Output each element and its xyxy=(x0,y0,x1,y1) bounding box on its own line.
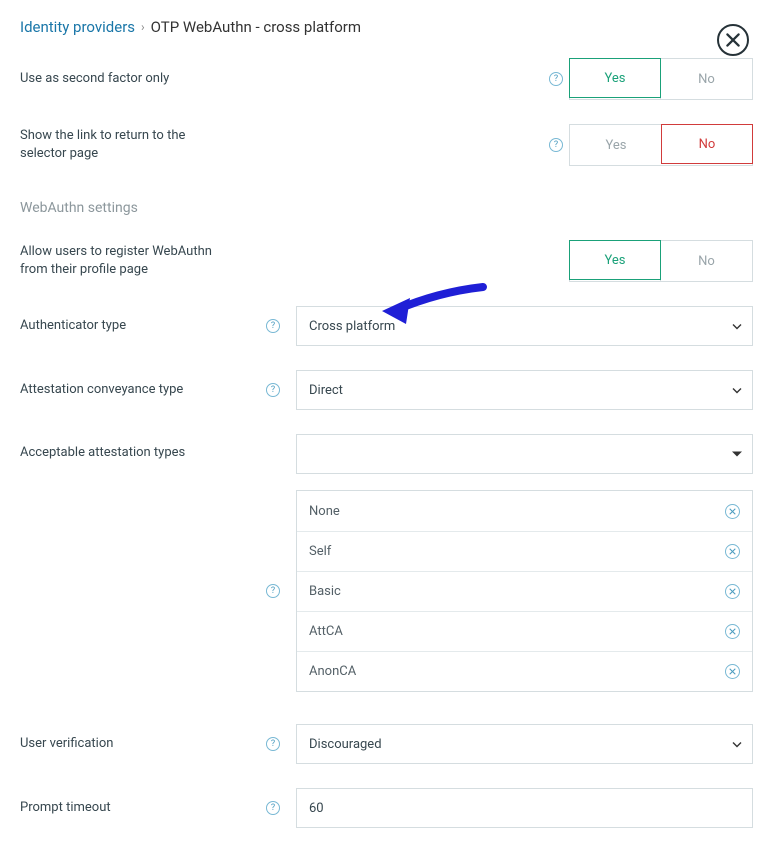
row-show-link: Show the link to return to the selector … xyxy=(20,124,753,166)
row-acceptable-attestation: Acceptable attestation types xyxy=(20,434,753,474)
acceptable-attestation-label: Acceptable attestation types xyxy=(20,434,266,462)
row-second-factor: Use as second factor only ? Yes No xyxy=(20,58,753,100)
toggle-yes[interactable]: Yes xyxy=(570,125,662,165)
chevron-down-icon xyxy=(732,737,742,752)
close-button[interactable] xyxy=(717,24,749,56)
list-item-label: AnonCA xyxy=(309,664,356,679)
second-factor-label: Use as second factor only xyxy=(20,70,266,88)
select-value: Direct xyxy=(309,383,343,398)
toggle-second-factor: Yes No xyxy=(569,58,753,100)
remove-item-button[interactable] xyxy=(725,584,740,599)
breadcrumb-current: OTP WebAuthn - cross platform xyxy=(151,18,361,36)
close-icon xyxy=(729,548,736,555)
toggle-yes[interactable]: Yes xyxy=(569,58,661,98)
prompt-timeout-label: Prompt timeout xyxy=(20,799,266,817)
acceptable-attestation-select[interactable] xyxy=(296,434,753,474)
help-icon[interactable]: ? xyxy=(549,72,563,86)
authenticator-type-label: Authenticator type xyxy=(20,317,266,335)
row-authenticator-type: Authenticator type ? Cross platform xyxy=(20,306,753,346)
close-icon xyxy=(729,628,736,635)
allow-register-label: Allow users to register WebAuthn from th… xyxy=(20,243,230,279)
row-attestation-conveyance: Attestation conveyance type ? Direct xyxy=(20,370,753,410)
caret-down-icon xyxy=(732,447,742,462)
chevron-down-icon xyxy=(732,383,742,398)
help-icon[interactable]: ? xyxy=(266,319,280,333)
attestation-conveyance-label: Attestation conveyance type xyxy=(20,381,266,399)
list-item-label: None xyxy=(309,504,340,519)
help-icon[interactable]: ? xyxy=(266,737,280,751)
help-icon[interactable]: ? xyxy=(266,801,280,815)
toggle-allow-register: Yes No xyxy=(569,240,753,282)
remove-item-button[interactable] xyxy=(725,504,740,519)
list-item-label: Self xyxy=(309,544,331,559)
user-verification-label: User verification xyxy=(20,735,266,753)
row-attestation-list: ? None Self Basic AttCA AnonCA xyxy=(20,490,753,692)
close-icon xyxy=(729,588,736,595)
list-item: Self xyxy=(297,531,752,571)
attestation-conveyance-select[interactable]: Direct xyxy=(296,370,753,410)
prompt-timeout-input[interactable] xyxy=(296,788,753,828)
list-item: Basic xyxy=(297,571,752,611)
chevron-down-icon xyxy=(732,319,742,334)
row-prompt-timeout: Prompt timeout ? xyxy=(20,788,753,828)
select-value: Cross platform xyxy=(309,319,395,334)
remove-item-button[interactable] xyxy=(725,664,740,679)
toggle-show-link: Yes No xyxy=(569,124,753,166)
authenticator-type-select[interactable]: Cross platform xyxy=(296,306,753,346)
toggle-no[interactable]: No xyxy=(660,59,752,99)
help-icon[interactable]: ? xyxy=(266,584,280,598)
close-icon xyxy=(729,508,736,515)
show-link-label: Show the link to return to the selector … xyxy=(20,127,230,163)
section-webauthn-settings: WebAuthn settings xyxy=(20,200,753,216)
row-allow-register: Allow users to register WebAuthn from th… xyxy=(20,240,753,282)
chevron-right-icon: › xyxy=(141,20,145,34)
user-verification-select[interactable]: Discouraged xyxy=(296,724,753,764)
close-icon xyxy=(726,33,740,47)
breadcrumb-link[interactable]: Identity providers xyxy=(20,18,135,36)
list-item: AttCA xyxy=(297,611,752,651)
toggle-no[interactable]: No xyxy=(661,124,753,164)
help-icon[interactable]: ? xyxy=(266,383,280,397)
breadcrumb: Identity providers › OTP WebAuthn - cros… xyxy=(20,18,753,36)
attestation-list: None Self Basic AttCA AnonCA xyxy=(296,490,753,692)
list-item: AnonCA xyxy=(297,651,752,691)
toggle-no[interactable]: No xyxy=(660,241,752,281)
close-icon xyxy=(729,668,736,675)
list-item-label: AttCA xyxy=(309,624,343,639)
toggle-yes[interactable]: Yes xyxy=(569,240,661,280)
list-item: None xyxy=(297,491,752,531)
help-icon[interactable]: ? xyxy=(549,138,563,152)
list-item-label: Basic xyxy=(309,584,341,599)
row-user-verification: User verification ? Discouraged xyxy=(20,724,753,764)
remove-item-button[interactable] xyxy=(725,544,740,559)
select-value: Discouraged xyxy=(309,737,382,752)
remove-item-button[interactable] xyxy=(725,624,740,639)
